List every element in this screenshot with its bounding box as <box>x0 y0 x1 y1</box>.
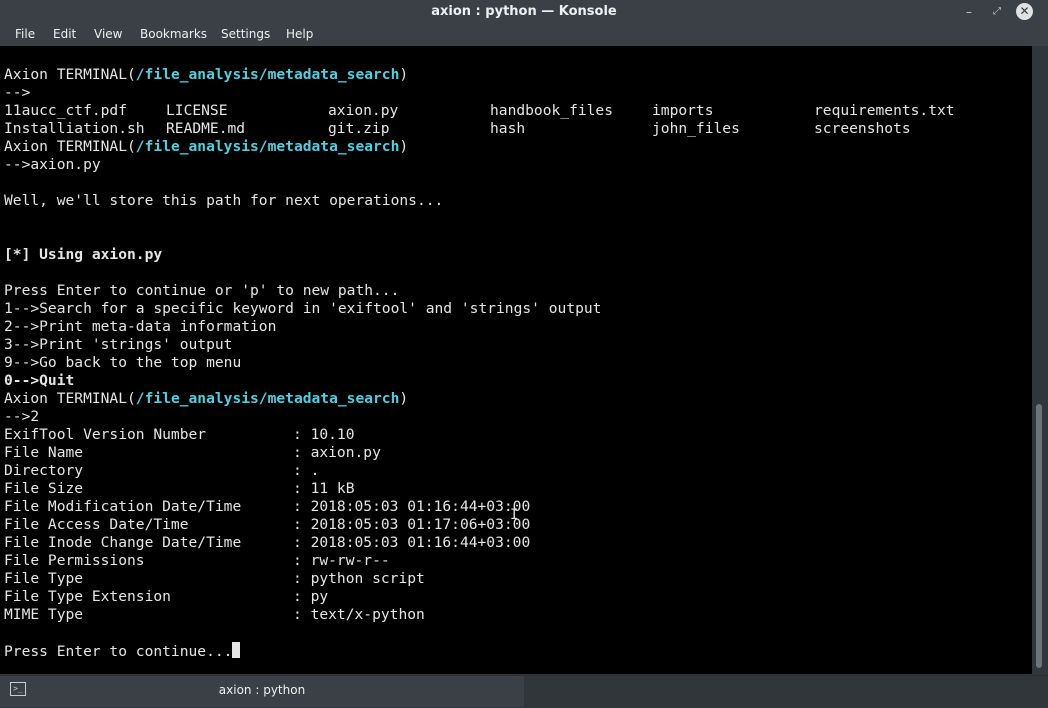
metadata-value: : 11 kB <box>293 480 355 497</box>
new-path-prompt: Press Enter to continue or 'p' to new pa… <box>4 282 400 299</box>
menu-help[interactable]: Help <box>286 27 313 41</box>
mouse-ibeam-icon: I <box>510 507 519 523</box>
file-entry: hash <box>490 120 526 137</box>
file-entry: LICENSE <box>166 102 228 119</box>
menu-option: 1-->Search for a specific keyword in 'ex… <box>4 300 602 317</box>
metadata-key: File Name <box>4 444 84 461</box>
metadata-key: Directory <box>4 462 84 479</box>
metadata-key: File Access Date/Time <box>4 516 189 533</box>
metadata-value: : python script <box>293 570 425 587</box>
menu-bookmarks[interactable]: Bookmarks <box>140 27 207 41</box>
close-icon[interactable]: ✕ <box>1016 3 1033 20</box>
menu-option-quit: 0-->Quit <box>4 372 75 389</box>
scrollbar-thumb[interactable] <box>1036 404 1042 668</box>
tab-label: axion : python <box>218 683 306 697</box>
metadata-value: : 10.10 <box>293 426 355 443</box>
metadata-value: : py <box>293 588 329 605</box>
metadata-key: MIME Type <box>4 606 84 623</box>
metadata-value: : 2018:05:03 01:16:44+03:00 <box>293 534 531 551</box>
minimize-icon[interactable]: – <box>960 3 978 21</box>
maximize-icon[interactable]: ⤢ <box>988 3 1006 21</box>
file-entry: 11aucc_ctf.pdf <box>4 102 128 119</box>
menu-bar: File Edit View Bookmarks Settings Help <box>0 24 1048 46</box>
metadata-value: : text/x-python <box>293 606 425 623</box>
prompt-line: Axion TERMINAL(/file_analysis/metadata_s… <box>4 390 409 407</box>
menu-option: 2-->Print meta-data information <box>4 318 277 335</box>
file-entry: handbook_files <box>490 102 614 119</box>
file-entry: john_files <box>652 120 740 137</box>
file-entry: axion.py <box>328 102 399 119</box>
terminal-tab[interactable]: >_ axion : python <box>0 676 524 707</box>
metadata-value: : axion.py <box>293 444 381 461</box>
text-cursor <box>232 642 241 658</box>
file-entry: requirements.txt <box>814 102 955 119</box>
prompt-line: Axion TERMINAL(/file_analysis/metadata_s… <box>4 138 409 155</box>
tab-bar: >_ axion : python <box>0 675 1048 708</box>
metadata-value: : 2018:05:03 01:16:44+03:00 <box>293 498 531 515</box>
menu-view[interactable]: View <box>94 27 122 41</box>
title-bar: axion : python — Konsole – ⤢ ✕ <box>0 0 1048 24</box>
metadata-value: : rw-rw-r-- <box>293 552 390 569</box>
metadata-key: File Size <box>4 480 84 497</box>
metadata-value: : 2018:05:03 01:17:06+03:00 <box>293 516 531 533</box>
continue-prompt: Press Enter to continue... <box>4 642 241 660</box>
menu-option: 9-->Go back to the top menu <box>4 354 242 371</box>
metadata-key: ExifTool Version Number <box>4 426 207 443</box>
metadata-key: File Permissions <box>4 552 145 569</box>
menu-edit[interactable]: Edit <box>53 27 76 41</box>
prompt-line: Axion TERMINAL(/file_analysis/metadata_s… <box>4 66 409 83</box>
metadata-key: File Type <box>4 570 84 587</box>
using-message: [*] Using axion.py <box>4 246 163 263</box>
menu-file[interactable]: File <box>15 27 35 41</box>
metadata-value: : . <box>293 462 320 479</box>
file-entry: README.md <box>166 120 246 137</box>
command-line: -->axion.py <box>4 156 101 173</box>
file-entry: Installiation.sh <box>4 120 145 137</box>
metadata-key: File Inode Change Date/Time <box>4 534 242 551</box>
terminal-output[interactable]: Axion TERMINAL(/file_analysis/metadata_s… <box>0 46 1032 674</box>
menu-option: 3-->Print 'strings' output <box>4 336 233 353</box>
menu-settings[interactable]: Settings <box>221 27 270 41</box>
file-entry: screenshots <box>814 120 911 137</box>
command-line: -->2 <box>4 408 40 425</box>
window-title: axion : python — Konsole <box>431 4 617 19</box>
metadata-key: File Type Extension <box>4 588 171 605</box>
terminal-scrollbar[interactable] <box>1032 46 1048 674</box>
metadata-key: File Modification Date/Time <box>4 498 242 515</box>
command-line: --> <box>4 84 31 101</box>
store-message: Well, we'll store this path for next ope… <box>4 192 444 209</box>
file-entry: git.zip <box>328 120 390 137</box>
file-entry: imports <box>652 102 714 119</box>
